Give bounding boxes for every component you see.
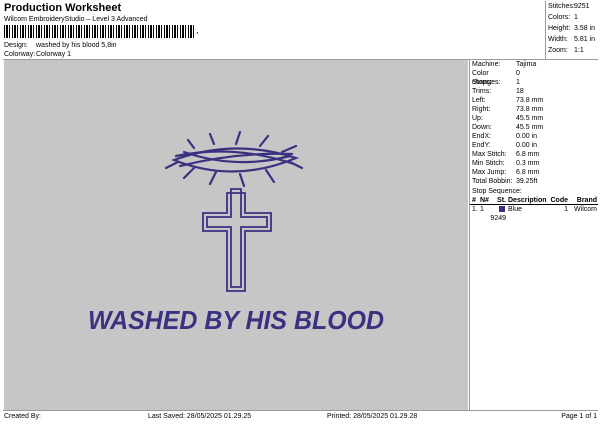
printed-date: Printed: 28/05/2025 01.29.28 xyxy=(327,413,418,420)
info-row: Max Stitch: 6.8 mm xyxy=(470,150,598,159)
info-row: Min Stitch: 0.3 mm xyxy=(470,159,598,168)
info-key: Machine: xyxy=(472,61,501,68)
stat-key: Colors: xyxy=(548,14,571,21)
info-value: Tajima xyxy=(516,61,537,68)
info-value: 45.5 mm xyxy=(516,115,544,122)
col-header: N# xyxy=(480,197,489,204)
color-swatch xyxy=(499,206,505,213)
col-header: # xyxy=(472,197,476,204)
info-row: Total Bobbin: 39.25ft xyxy=(470,177,598,186)
design-value: washed by his blood 5,8in xyxy=(36,42,117,49)
info-value: 1 xyxy=(516,79,520,86)
cell-n: 1 xyxy=(480,206,484,213)
design-canvas: WASHED BY HIS BLOOD xyxy=(4,60,468,410)
cell-num: 1. xyxy=(472,206,478,213)
info-row: Machine: Tajima xyxy=(470,60,598,69)
stat-key: Width: xyxy=(548,36,568,43)
info-row: Trims: 18 xyxy=(470,87,598,96)
cross xyxy=(202,188,272,292)
cell-st-value: 9249 xyxy=(490,215,506,222)
info-row: Left: 73.8 mm xyxy=(470,96,598,105)
footer: Created By: Last Saved: 28/05/2025 01.29… xyxy=(3,411,598,422)
page-number: Page 1 of 1 xyxy=(561,413,597,420)
info-row: EndX: 0.00 in xyxy=(470,132,598,141)
stat-key: Stitches: xyxy=(548,3,575,10)
info-key: Max Stitch: xyxy=(472,151,507,158)
stop-sequence-header: # N# St. Description Code Brand xyxy=(470,196,598,205)
crown-of-thorns xyxy=(164,130,304,188)
stop-sequence-title: Stop Sequence: xyxy=(472,188,522,195)
stat-value: 9251 xyxy=(574,3,590,10)
stat-row: Zoom: 1:1 xyxy=(546,45,598,56)
design-row: Design: washed by his blood 5,8in xyxy=(4,42,117,49)
info-key: Min Stitch: xyxy=(472,160,505,167)
stat-row: Stitches: 9251 xyxy=(546,1,598,12)
page-title: Production Worksheet xyxy=(4,2,122,14)
col-header: Code xyxy=(550,197,569,204)
info-row: EndY: 0.00 in xyxy=(470,141,598,150)
design-label: Design: xyxy=(4,42,28,49)
stat-value: 1 xyxy=(574,14,578,21)
col-header: Brand xyxy=(576,197,597,204)
info-key: Right: xyxy=(472,106,491,113)
info-value: 6.8 mm xyxy=(516,169,540,176)
info-value: 73.8 mm xyxy=(516,106,544,113)
colorway-value: Colorway 1 xyxy=(36,51,72,58)
info-row: Down: 45.5 mm xyxy=(470,123,598,132)
stat-value: 5.81 in xyxy=(574,36,596,43)
info-value: 0.00 in xyxy=(516,133,538,140)
info-value: 0.3 mm xyxy=(516,160,540,167)
cell-desc: Blue xyxy=(508,206,523,213)
info-value: 73.8 mm xyxy=(516,97,544,104)
stat-key: Zoom: xyxy=(548,47,568,54)
info-key: EndY: xyxy=(472,142,491,149)
stat-row: Height: 3.58 in xyxy=(546,23,598,34)
info-key: EndX: xyxy=(472,133,492,140)
stat-row: Width: 5.81 in xyxy=(546,34,598,45)
software-subtitle: Wilcom EmbroideryStudio – Level 3 Advanc… xyxy=(4,16,148,23)
info-key: Total Bobbin: xyxy=(472,178,513,185)
info-key: Max Jump: xyxy=(472,169,507,176)
cell-brand: Wilcom xyxy=(574,206,597,213)
col-header: St. xyxy=(497,197,506,204)
barcode xyxy=(4,25,194,38)
info-key: Up: xyxy=(472,115,483,122)
info-value: 6.8 mm xyxy=(516,151,540,158)
cell-st: 9249 xyxy=(490,205,506,222)
info-value: 18 xyxy=(516,88,524,95)
info-row: Up: 45.5 mm xyxy=(470,114,598,123)
info-value: 45.5 mm xyxy=(516,124,544,131)
info-key: Trims: xyxy=(472,88,492,95)
info-row: Color changes: 0 xyxy=(470,69,598,86)
cell-code: 1 xyxy=(564,206,568,213)
info-key: Down: xyxy=(472,124,492,131)
info-key: Left: xyxy=(472,97,486,104)
info-value: 39.25ft xyxy=(516,178,538,185)
barcode-tail: , xyxy=(196,25,199,35)
created-by: Created By: xyxy=(4,413,41,420)
machine-info-panel: Machine: Tajima Color changes: 0 Stops: 1 T… xyxy=(469,60,598,410)
embroidery-design: WASHED BY HIS BLOOD xyxy=(88,130,384,335)
stat-key: Height: xyxy=(548,25,571,32)
info-key: Color changes: xyxy=(472,70,501,86)
stat-row: Colors: 1 xyxy=(546,12,598,23)
col-header: Description xyxy=(508,197,547,204)
top-stats: Stitches: 9251 Colors: 1 Height: 3.58 in Wi… xyxy=(545,1,598,59)
colorway-label: Colorway: xyxy=(4,51,36,58)
last-saved: Last Saved: 28/05/2025 01.29.25 xyxy=(148,413,252,420)
stat-value: 1:1 xyxy=(574,47,584,54)
info-row: Right: 73.8 mm xyxy=(470,105,598,114)
info-row: Stops: 1 xyxy=(470,78,598,87)
info-key: Stops: xyxy=(472,79,492,86)
design-text: WASHED BY HIS BLOOD xyxy=(88,305,384,335)
table-row: 1. 1 9249 Blue 1 Wilcom xyxy=(470,205,598,222)
info-value: 0 xyxy=(516,70,520,77)
production-worksheet: Production Worksheet Wilcom EmbroiderySt… xyxy=(3,1,598,422)
info-row: Max Jump: 6.8 mm xyxy=(470,168,598,177)
info-value: 0.00 in xyxy=(516,142,538,149)
colorway-row: Colorway: Colorway 1 xyxy=(4,51,71,58)
stat-value: 3.58 in xyxy=(574,25,596,32)
